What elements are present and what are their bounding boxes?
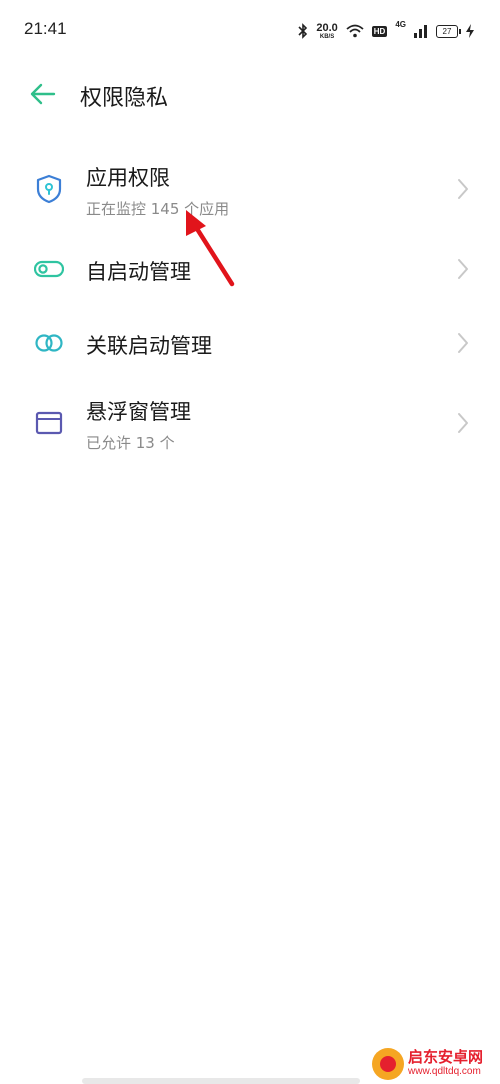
- home-indicator[interactable]: [82, 1078, 360, 1084]
- charging-icon: [466, 24, 474, 38]
- watermark-logo: [372, 1048, 404, 1080]
- chevron-right-icon: [458, 179, 468, 199]
- settings-item-app-permissions[interactable]: 应用权限 正在监控 145 个应用: [0, 140, 500, 230]
- watermark-url: www.qdltdq.com: [408, 1065, 481, 1077]
- hd-badge: HD: [371, 25, 388, 37]
- settings-item-title: 自启动管理: [86, 260, 191, 284]
- signal-icon: [414, 25, 427, 38]
- chevron-right-icon: [458, 413, 468, 433]
- wifi-icon: [346, 24, 364, 38]
- shield-location-icon: [36, 174, 62, 204]
- network-speed-unit: KB/S: [319, 33, 335, 40]
- battery-icon: 27: [436, 24, 461, 38]
- settings-item-associated-start[interactable]: 关联启动管理: [0, 308, 500, 374]
- status-time: 21:41: [24, 19, 67, 38]
- status-icons: 20.0 KB/S HD 4G 27: [298, 20, 474, 42]
- app-bar: 权限隐私: [0, 64, 500, 124]
- back-arrow-icon[interactable]: [28, 80, 58, 108]
- annotation-arrow-icon: [186, 210, 235, 287]
- settings-item-floating-window[interactable]: 悬浮窗管理 已允许 13 个: [0, 380, 500, 470]
- settings-item-title: 悬浮窗管理: [86, 400, 191, 424]
- watermark: 启东安卓网 www.qdltdq.com: [408, 1049, 483, 1077]
- settings-item-auto-start[interactable]: 自启动管理: [0, 236, 500, 302]
- toggle-icon: [34, 260, 64, 278]
- linked-rings-icon: [35, 334, 63, 352]
- page-title: 权限隐私: [80, 86, 169, 111]
- floating-window-icon: [35, 411, 63, 435]
- settings-item-subtitle: 已允许 13 个: [86, 434, 175, 452]
- settings-item-title: 应用权限: [86, 166, 170, 190]
- bluetooth-icon: [298, 23, 308, 39]
- chevron-right-icon: [458, 259, 468, 279]
- settings-item-title: 关联启动管理: [86, 334, 212, 358]
- network-speed-value: 20.0: [316, 21, 338, 34]
- watermark-name: 启东安卓网: [408, 1048, 484, 1066]
- network-speed: 20.0 KB/S: [316, 21, 338, 40]
- chevron-right-icon: [458, 333, 468, 353]
- status-bar: 21:41 20.0 KB/S HD 4G 27: [0, 0, 500, 60]
- signal-label: 4G: [395, 20, 406, 29]
